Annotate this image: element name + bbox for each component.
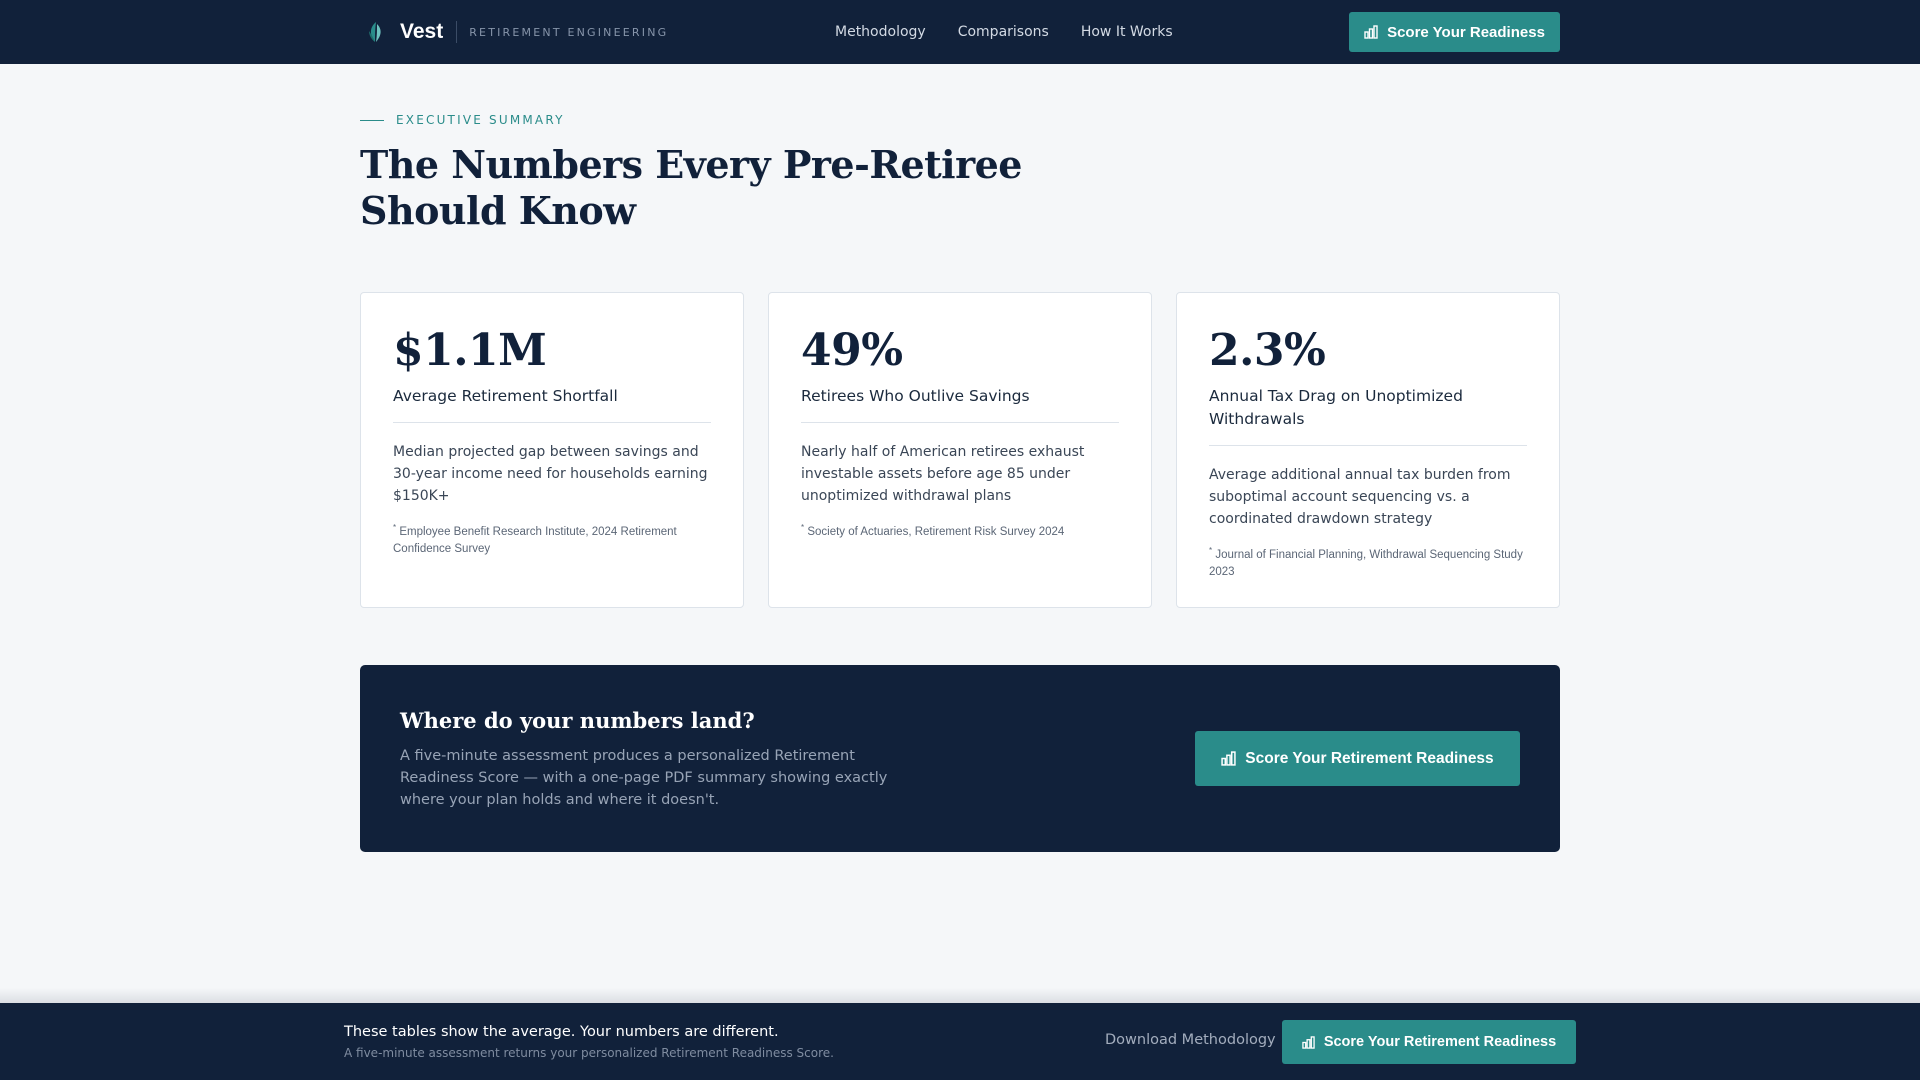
stat-card-outlive-savings: 49% Retirees Who Outlive Savings Nearly …: [768, 292, 1152, 608]
stat-value: 2.3%: [1209, 325, 1326, 376]
brand-name: Vest: [400, 20, 444, 43]
page-title: The Numbers Every Pre-Retiree Should Kno…: [360, 142, 1023, 233]
stat-source: * Society of Actuaries, Retirement Risk …: [801, 519, 1119, 541]
brand[interactable]: Vest RETIREMENT ENGINEERING: [366, 0, 668, 64]
bottom-score-readiness-button-label: Score Your Retirement Readiness: [1323, 1034, 1557, 1050]
score-retirement-readiness-button-label: Score Your Retirement Readiness: [1245, 749, 1494, 767]
stat-value: 49%: [801, 325, 903, 376]
eyebrow: EXECUTIVE SUMMARY: [360, 112, 565, 128]
stat-source: * Journal of Financial Planning, Withdra…: [1209, 542, 1527, 581]
bottom-score-readiness-button[interactable]: Score Your Retirement Readiness: [1282, 1020, 1576, 1064]
brand-divider: [456, 21, 458, 43]
eyebrow-rule: [360, 119, 384, 121]
score-readiness-button[interactable]: Score Your Readiness: [1349, 12, 1560, 52]
source-marker: *: [801, 523, 805, 532]
nav-link-methodology[interactable]: Methodology: [835, 24, 926, 40]
top-nav: Vest RETIREMENT ENGINEERING Methodology …: [0, 0, 1920, 64]
cta-band: Where do your numbers land? A five-minut…: [360, 665, 1560, 852]
stat-description: Median projected gap between savings and…: [393, 444, 708, 504]
bar-chart-icon: [1302, 1035, 1315, 1049]
source-marker: *: [393, 523, 397, 532]
score-retirement-readiness-button[interactable]: Score Your Retirement Readiness: [1195, 731, 1520, 786]
stat-description: Average additional annual tax burden fro…: [1209, 467, 1511, 527]
bottom-bar-shadow: [0, 988, 1920, 1004]
brand-tagline: RETIREMENT ENGINEERING: [469, 25, 669, 39]
bottom-bar-subtitle: A five-minute assessment returns your pe…: [344, 1046, 834, 1060]
stat-source: * Employee Benefit Research Institute, 2…: [393, 519, 711, 558]
source-marker: *: [1209, 546, 1213, 555]
bottom-bar-title: These tables show the average. Your numb…: [344, 1024, 779, 1040]
stat-label: Annual Tax Drag on Unoptimized Withdrawa…: [1209, 385, 1527, 446]
sticky-bottom-bar: These tables show the average. Your numb…: [0, 1003, 1920, 1080]
stat-description: Nearly half of American retirees exhaust…: [801, 444, 1085, 504]
score-readiness-button-label: Score Your Readiness: [1387, 23, 1545, 41]
bar-chart-icon: [1364, 25, 1378, 39]
nav-link-comparisons[interactable]: Comparisons: [958, 24, 1049, 40]
eyebrow-text: EXECUTIVE SUMMARY: [396, 113, 565, 127]
stat-source-text: Society of Actuaries, Retirement Risk Su…: [807, 525, 1065, 538]
cta-title: Where do your numbers land?: [400, 708, 755, 733]
leaf-icon: [366, 21, 386, 43]
bar-chart-icon: [1221, 751, 1236, 766]
stat-value: $1.1M: [393, 325, 547, 376]
stat-source-text: Employee Benefit Research Institute, 202…: [393, 525, 677, 555]
download-methodology-link[interactable]: Download Methodology: [1105, 1032, 1276, 1048]
cta-text: A five-minute assessment produces a pers…: [400, 748, 888, 808]
stat-source-text: Journal of Financial Planning, Withdrawa…: [1209, 548, 1523, 578]
nav-links: Methodology Comparisons How It Works: [835, 0, 1173, 64]
stat-label: Retirees Who Outlive Savings: [801, 385, 1119, 423]
stat-card-shortfall: $1.1M Average Retirement Shortfall Media…: [360, 292, 744, 608]
stat-label: Average Retirement Shortfall: [393, 385, 711, 423]
stat-card-tax-drag: 2.3% Annual Tax Drag on Unoptimized With…: [1176, 292, 1560, 608]
nav-link-how-it-works[interactable]: How It Works: [1081, 24, 1173, 40]
